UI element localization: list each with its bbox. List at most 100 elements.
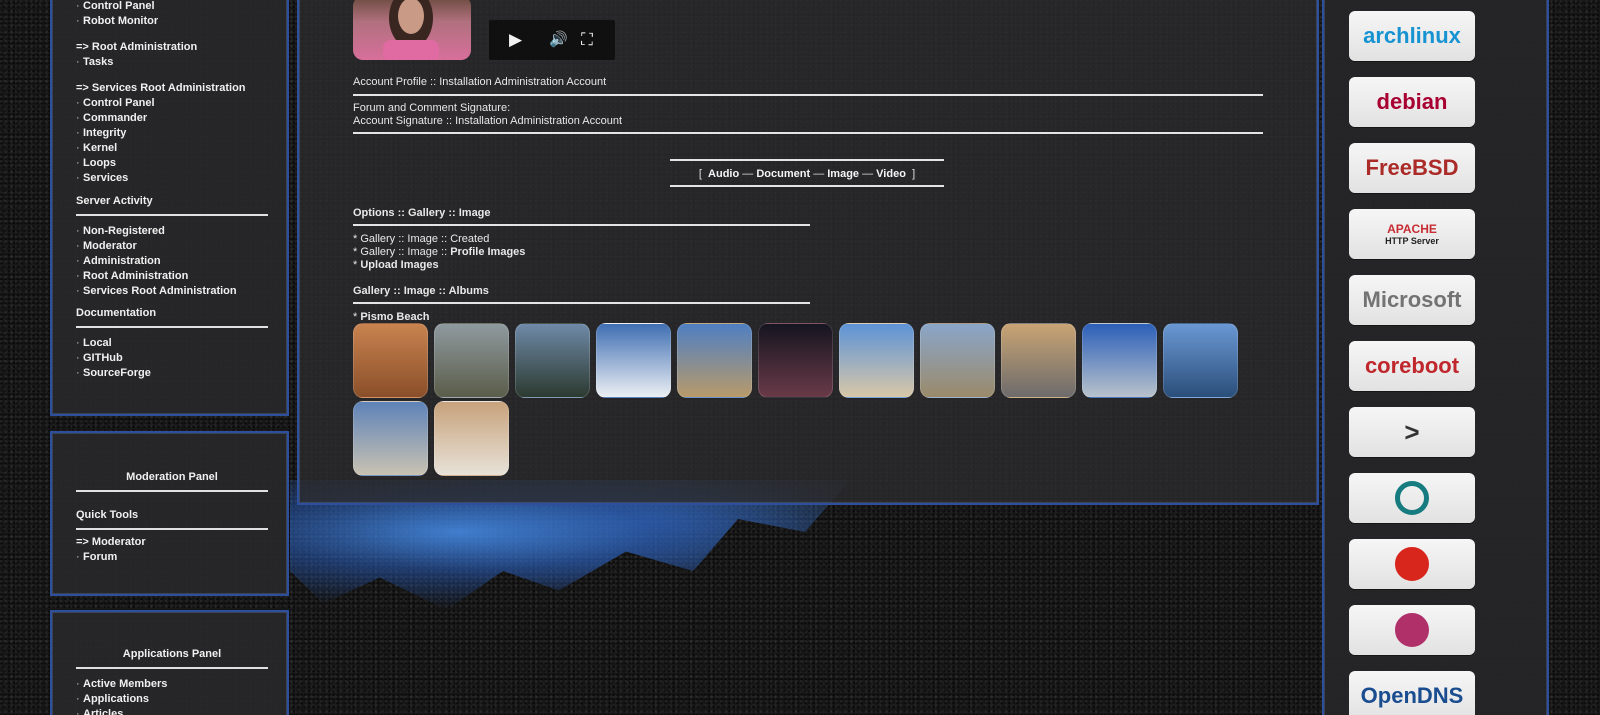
freebsd-logo-text: FreeBSD (1365, 155, 1459, 180)
debian-logo-text: debian (1376, 89, 1448, 114)
nav-item[interactable]: · Administration (76, 254, 268, 269)
album-pismo-beach-link[interactable]: Pismo Beach (360, 311, 429, 323)
nav-item[interactable]: · Non-Registered (76, 224, 268, 239)
tomato-logo-mark (1395, 547, 1429, 581)
terminal-app-logo[interactable]: > (1349, 407, 1475, 457)
server-activity-list: · Non-Registered · Moderator · Administration… (76, 224, 268, 299)
nav-heading-link[interactable]: => Root Administration (76, 40, 268, 55)
bullet-icon: · (76, 551, 80, 563)
apache-logo-subtext: HTTP Server (1385, 236, 1439, 246)
nav-item[interactable]: · SourceForge (76, 366, 268, 381)
image-link[interactable]: Image (827, 168, 859, 180)
profile-avatar-image (383, 0, 439, 60)
gallery-thumbnail-selfie-sunglasses[interactable] (353, 323, 428, 398)
upload-images-link[interactable]: Upload Images (360, 259, 438, 271)
nav-item[interactable]: · Robot Monitor (76, 14, 268, 29)
divider (670, 159, 944, 161)
gallery-thumbnail-person-on-dunes[interactable] (920, 323, 995, 398)
bullet-icon: · (76, 270, 80, 282)
play-icon[interactable]: ▶ (509, 29, 522, 51)
divider (76, 214, 268, 216)
opendns-logo[interactable]: OpenDNS (1349, 671, 1475, 715)
coreboot-logo[interactable]: coreboot (1349, 341, 1475, 391)
gallery-thumbnail-sky-white[interactable] (596, 323, 671, 398)
nav-item[interactable]: · Active Members (76, 677, 268, 692)
freebsd-logo[interactable]: FreeBSD (1349, 143, 1475, 193)
option-created: * Gallery :: Image :: Created (353, 233, 490, 245)
lotus-logo-mark (1395, 613, 1429, 647)
nav-item-label: Moderator (83, 240, 137, 252)
microsoft-logo-text: Microsoft (1362, 287, 1462, 312)
audio-link[interactable]: Audio (708, 168, 739, 180)
nav-item[interactable]: · GITHub (76, 351, 268, 366)
gallery-thumbnail-fire-at-night[interactable] (758, 323, 833, 398)
lineageos-logo[interactable] (1349, 473, 1475, 523)
fullscreen-icon[interactable]: ⛶ (581, 29, 593, 51)
lineageos-logo-mark (1395, 481, 1429, 515)
applications-panel: Applications Panel · Active Members · Appli… (50, 610, 289, 715)
bullet-icon: · (76, 240, 80, 252)
nav-item-label: Local (83, 337, 112, 349)
divider (76, 490, 268, 492)
nav-item[interactable]: · Forum (76, 550, 268, 565)
sponsor-logo-column: archlinux debian FreeBSD APACHE HTTP Server M… (1322, 0, 1549, 715)
nav-item[interactable]: · Commander (76, 111, 268, 126)
nav-item[interactable]: · Integrity (76, 126, 268, 141)
terminal-app-logo-text: > (1404, 416, 1420, 447)
nav-item[interactable]: · Local (76, 336, 268, 351)
bullet-icon: · (76, 367, 80, 379)
gallery-thumbnail-pismo-beach-sign-2[interactable] (1001, 323, 1076, 398)
left-nav-panel: · Control Panel · Robot Monitor => Root Admi… (50, 0, 289, 416)
lotus-logo[interactable] (1349, 605, 1475, 655)
nav-item[interactable]: · Loops (76, 156, 268, 171)
nav-item[interactable]: · Control Panel (76, 96, 268, 111)
gallery-thumbnail-sky-lamp[interactable] (1082, 323, 1157, 398)
gallery-thumbnail-pismo-beach-sign[interactable] (677, 323, 752, 398)
video-link[interactable]: Video (876, 168, 906, 180)
divider (353, 94, 1263, 96)
nav-item-label: Kernel (83, 142, 118, 154)
tomato-logo[interactable] (1349, 539, 1475, 589)
nav-item[interactable]: · Services (76, 171, 268, 186)
moderator-link[interactable]: => Moderator (76, 535, 268, 550)
nav-item[interactable]: · Control Panel (76, 0, 268, 14)
bullet-icon: · (76, 15, 80, 27)
gallery-thumbnail-ocean-view[interactable] (1163, 323, 1238, 398)
microsoft-logo[interactable]: Microsoft (1349, 275, 1475, 325)
archlinux-logo[interactable]: archlinux (1349, 11, 1475, 61)
gallery-thumbnail-cave-arch[interactable] (434, 401, 509, 476)
gallery-thumbnail-rock-arch[interactable] (353, 401, 428, 476)
quick-tools-title: Quick Tools (76, 509, 139, 521)
account-profile-text: Account Profile :: Installation Administ… (353, 76, 607, 88)
nav-item[interactable]: · Moderator (76, 239, 268, 254)
volume-icon[interactable]: 🔊 (549, 29, 568, 51)
nav-item-label: Commander (83, 112, 148, 124)
nav-item[interactable]: · Articles (76, 707, 268, 715)
nav-item[interactable]: · Applications (76, 692, 268, 707)
nav-item[interactable]: · Services Root Administration (76, 284, 268, 299)
bullet-icon: · (76, 157, 80, 169)
nav-heading-link[interactable]: => Services Root Administration (76, 81, 268, 96)
document-link[interactable]: Document (756, 168, 810, 180)
bullet-icon: · (76, 337, 80, 349)
profile-avatar (353, 0, 471, 60)
bullet-icon: · (76, 352, 80, 364)
debian-logo[interactable]: debian (1349, 77, 1475, 127)
apache-logo[interactable]: APACHE HTTP Server (1349, 209, 1475, 259)
bullet-icon: · (76, 285, 80, 297)
nav-list-top: · Control Panel · Robot Monitor => Root Admi… (76, 0, 268, 186)
server-activity-title: Server Activity (76, 195, 153, 207)
gallery-thumbnail-sun-over-beach[interactable] (515, 323, 590, 398)
gallery-thumbnail-portrait-trees[interactable] (434, 323, 509, 398)
nav-item[interactable]: · Kernel (76, 141, 268, 156)
nav-item-label: Forum (83, 551, 118, 563)
gallery-thumbnail-portrait-beach[interactable] (839, 323, 914, 398)
nav-item-label: Control Panel (83, 97, 155, 109)
option-profile-images: * Gallery :: Image :: Profile Images (353, 246, 525, 259)
profile-images-link[interactable]: Profile Images (450, 246, 525, 258)
nav-item-label: GITHub (83, 352, 123, 364)
nav-item[interactable]: · Root Administration (76, 269, 268, 284)
nav-item[interactable]: · Tasks (76, 55, 268, 70)
nav-item-label: Loops (83, 157, 116, 169)
